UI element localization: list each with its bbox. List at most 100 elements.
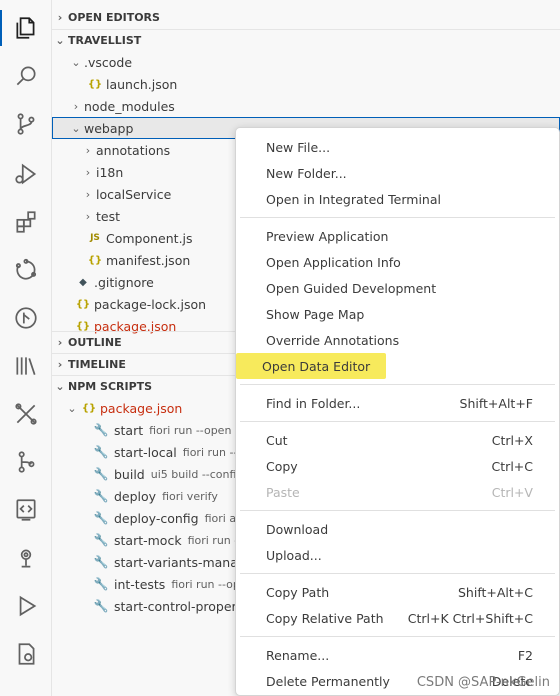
menu-item-label: Override Annotations [266,332,400,348]
menu-item[interactable]: Copy Path Shift+Alt+C [240,579,555,605]
tree-item-label: i18n [96,164,124,180]
test-icon[interactable] [0,536,52,580]
menu-item-label: Open Application Info [266,254,401,270]
menu-item[interactable]: New Folder... [240,160,555,186]
tree-item[interactable]: {} launch.json [52,73,560,95]
wrench-icon: 🔧 [93,533,109,547]
chevron-right-icon: › [73,99,79,113]
menu-item[interactable]: Open Guided Development [240,275,555,301]
menu-item-label: New Folder... [266,165,347,181]
menu-item[interactable]: Open Application Info [240,249,555,275]
npm-script-command: ui5 build --confi [150,467,237,481]
menu-item: Paste Ctrl+V [240,479,555,505]
menu-separator [240,636,555,637]
menu-item[interactable]: Copy Ctrl+C [240,453,555,479]
code-file-icon[interactable] [0,488,52,532]
menu-item-shortcut: Shift+Alt+C [457,584,533,600]
menu-item-label: Copy Path [266,584,330,600]
npm-script-name: start [114,422,144,438]
tree-item-label: manifest.json [106,252,191,268]
wrench-icon: 🔧 [93,445,109,459]
chevron-right-icon: › [57,10,63,24]
chevron-down-icon: ⌄ [55,380,65,393]
npm-script-name: start-local [114,444,177,460]
menu-item[interactable]: Upload... [240,542,555,568]
menu-item-label: Find in Folder... [266,395,361,411]
tree-item-label: .gitignore [94,274,154,290]
tree-item-label: annotations [96,142,171,158]
js-file-icon: JS [90,233,100,243]
library-icon[interactable] [0,344,52,388]
npm-script-name: start-control-propert [114,598,242,614]
tree-item-label: localService [96,186,172,202]
menu-separator [240,421,555,422]
npm-script-command: fiori run --open " [149,423,240,437]
menu-item[interactable]: Download [240,516,555,542]
open-editors-section[interactable]: › OPEN EDITORS [52,6,560,28]
menu-item[interactable]: Rename... F2 [240,642,555,668]
npm-file-label: package.json [100,400,183,416]
tree-item-label: package-lock.json [94,296,207,312]
menu-item[interactable]: Open Data Editor [236,353,386,379]
chevron-down-icon: ⌄ [55,34,65,47]
wrench-icon: 🔧 [93,555,109,569]
menu-item-label: Open Data Editor [262,358,371,374]
branch-icon[interactable] [0,440,52,484]
menu-item[interactable]: Show Page Map [240,301,555,327]
section-title: OPEN EDITORS [68,10,160,24]
menu-item-label: Download [266,521,329,537]
play-icon[interactable] [0,584,52,628]
tree-item-label: webapp [84,120,134,136]
menu-item-label: New File... [266,139,331,155]
menu-item-label: Open in Integrated Terminal [266,191,441,207]
chevron-right-icon: › [85,143,91,157]
npm-script-name: build [114,466,145,482]
npm-script-name: int-tests [114,576,166,592]
menu-separator [240,573,555,574]
tree-item[interactable]: ⌄ .vscode [52,51,560,73]
menu-item-shortcut: Ctrl+X [491,432,533,448]
menu-item[interactable]: Override Annotations [240,327,555,353]
run-debug-icon[interactable] [0,152,52,196]
wrench-icon: 🔧 [93,423,109,437]
json-file-icon: {} [87,78,103,90]
search-icon[interactable] [0,54,52,98]
files-icon[interactable] [0,6,52,50]
menu-item-label: Rename... [266,647,330,663]
git-file-icon: ◆ [79,276,87,288]
npm-script-name: deploy [114,488,157,504]
npm-script-name: deploy-config [114,510,199,526]
tree-item-label: launch.json [106,76,178,92]
menu-item[interactable]: Cut Ctrl+X [240,427,555,453]
section-title: NPM SCRIPTS [68,380,153,393]
chevron-down-icon: ⌄ [71,55,81,69]
menu-item[interactable]: Open in Integrated Terminal [240,186,555,212]
remote-icon[interactable] [0,248,52,292]
menu-item[interactable]: New File... [240,134,555,160]
menu-separator [240,384,555,385]
menu-separator [240,217,555,218]
menu-item[interactable]: Preview Application [240,223,555,249]
section-title: TIMELINE [68,358,126,371]
chevron-right-icon: › [57,358,63,371]
menu-item[interactable]: Copy Relative Path Ctrl+K Ctrl+Shift+C [240,605,555,631]
extensions-icon[interactable] [0,200,52,244]
git-graph-icon[interactable] [0,296,52,340]
chevron-down-icon: ⌄ [71,121,81,135]
settings-file-icon[interactable] [0,632,52,676]
json-file-icon: {} [81,402,97,414]
tree-item[interactable]: › node_modules [52,95,560,117]
menu-item-label: Copy [266,458,298,474]
source-control-icon[interactable] [0,102,52,146]
tools-icon[interactable] [0,392,52,436]
project-section[interactable]: ⌄ TRAVELLIST [52,29,560,51]
menu-item-label: Preview Application [266,228,389,244]
json-file-icon: {} [75,320,91,332]
wrench-icon: 🔧 [93,511,109,525]
activity-bar [0,0,52,696]
tree-item-label: test [96,208,121,224]
menu-item[interactable]: Find in Folder... Shift+Alt+F [240,390,555,416]
npm-script-name: start-variants-manag [114,554,246,570]
menu-item-label: Delete Permanently [266,673,390,689]
wrench-icon: 🔧 [93,489,109,503]
